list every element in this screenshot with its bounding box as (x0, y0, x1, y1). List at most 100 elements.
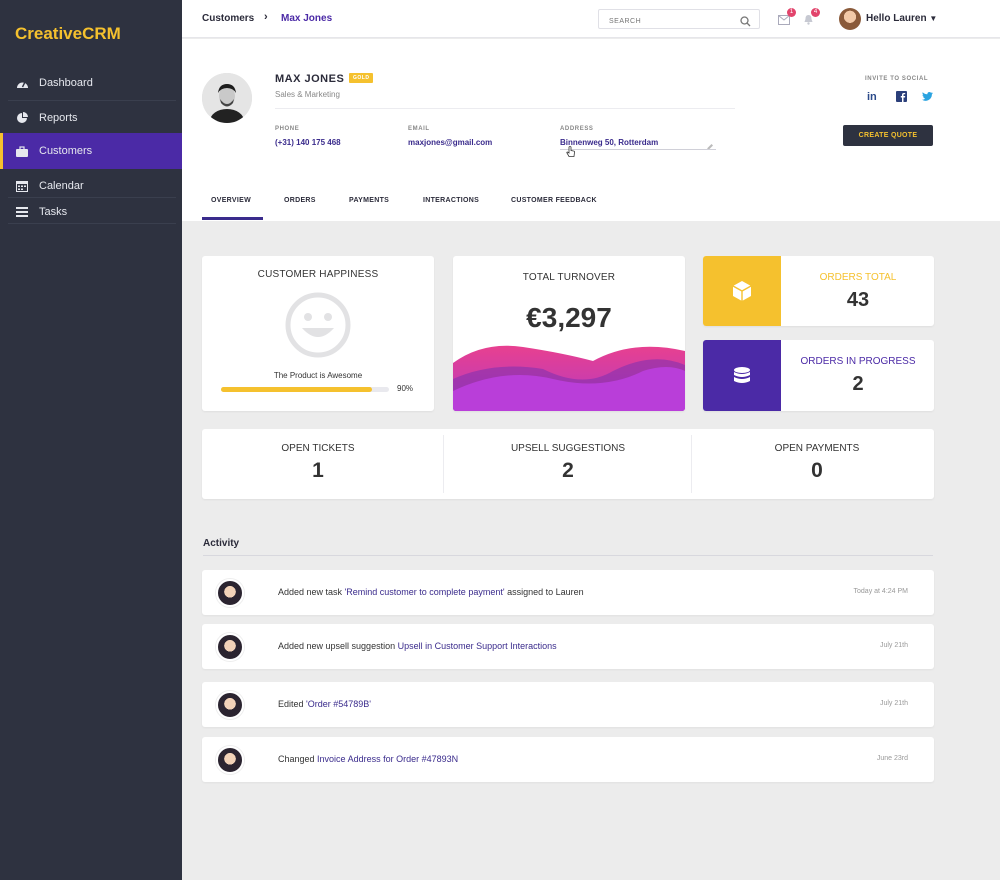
avatar (216, 579, 244, 607)
sidebar: CreativeCRM Dashboard Reports Customers … (0, 0, 182, 880)
sidebar-item-dashboard[interactable]: Dashboard (0, 65, 182, 101)
sidebar-item-customers[interactable]: Customers (0, 133, 182, 169)
turnover-wave-graphic (453, 345, 685, 411)
customer-happiness-card: CUSTOMER HAPPINESS The Product is Awesom… (202, 256, 434, 411)
activity-item[interactable]: Added new task 'Remind customer to compl… (202, 570, 934, 615)
messages-icon[interactable]: 1 (778, 8, 796, 30)
total-turnover-card: TOTAL TURNOVER €3,297 (453, 256, 685, 411)
upsell-suggestions-stat[interactable]: UPSELL SUGGESTIONS 2 (444, 429, 692, 499)
search-input[interactable] (599, 12, 729, 31)
summary-stats-card: OPEN TICKETS 1 UPSELL SUGGESTIONS 2 OPEN… (202, 429, 934, 499)
address-underline (560, 149, 716, 150)
turnover-value: €3,297 (526, 302, 612, 333)
app-logo: CreativeCRM (15, 24, 121, 43)
sidebar-item-reports[interactable]: Reports (0, 100, 182, 136)
invite-to-social-label: INVITE TO SOCIAL (865, 76, 929, 82)
happiness-progress-bar (221, 387, 389, 392)
tab-customer-feedback[interactable]: CUSTOMER FEEDBACK (511, 197, 597, 204)
open-tickets-value: 1 (312, 459, 324, 482)
tasks-list-icon (15, 205, 29, 219)
activity-time: Today at 4:24 PM (853, 588, 908, 595)
linkedin-icon[interactable]: in (867, 91, 877, 103)
activity-text-pre: Added new task (278, 587, 345, 597)
activity-text-pre: Changed (278, 754, 318, 764)
activity-text-post: assigned to Lauren (504, 587, 584, 597)
sidebar-item-label: Tasks (39, 206, 68, 218)
tab-orders[interactable]: ORDERS (284, 197, 316, 204)
tier-badge: GOLD (349, 73, 374, 83)
cursor-hand-icon (566, 145, 576, 163)
search-icon[interactable] (740, 14, 751, 32)
divider (203, 555, 933, 556)
active-tab-indicator (202, 217, 263, 220)
dashboard-gauge-icon (15, 76, 29, 90)
briefcase-icon (15, 144, 29, 158)
activity-link[interactable]: 'Remind customer to complete payment' (345, 587, 505, 597)
create-quote-button[interactable]: CREATE QUOTE (843, 125, 933, 146)
orders-total-card: ORDERS TOTAL 43 (703, 256, 934, 326)
customer-name: MAX JONES (275, 73, 345, 85)
card-title: CUSTOMER HAPPINESS (257, 269, 379, 280)
phone-value[interactable]: (+31) 140 175 468 (275, 138, 341, 147)
activity-time: June 23rd (876, 755, 908, 762)
activity-link[interactable]: Invoice Address for Order #47893N (317, 754, 458, 764)
sidebar-item-label: Reports (39, 112, 78, 124)
sidebar-item-tasks[interactable]: Tasks (0, 194, 182, 230)
breadcrumb-customers[interactable]: Customers (202, 13, 254, 24)
happiness-label: The Product is Awesome (273, 371, 363, 380)
tab-payments[interactable]: PAYMENTS (349, 197, 389, 204)
tab-interactions[interactable]: INTERACTIONS (423, 197, 479, 204)
activity-item[interactable]: Added new upsell suggestion Upsell in Cu… (202, 624, 934, 669)
twitter-icon[interactable] (922, 92, 933, 104)
activity-link[interactable]: Upsell in Customer Support Interactions (398, 641, 557, 651)
orders-total-value: 43 (846, 289, 870, 311)
activity-time: July 21th (879, 700, 908, 707)
open-tickets-label: OPEN TICKETS (281, 443, 355, 454)
edit-pencil-icon[interactable] (706, 138, 714, 156)
search-box[interactable] (598, 9, 760, 32)
phone-label: PHONE (275, 126, 300, 132)
activity-item[interactable]: Changed Invoice Address for Order #47893… (202, 737, 934, 782)
customer-profile: MAX JONES GOLD Sales & Marketing PHONE (… (182, 39, 1000, 221)
divider (8, 223, 176, 224)
topbar: Customers › Max Jones 1 4 Hello Lauren ▼ (182, 0, 1000, 38)
avatar (216, 691, 244, 719)
messages-badge: 1 (787, 8, 796, 17)
email-label: EMAIL (408, 126, 430, 132)
chevron-down-icon: ▼ (929, 14, 938, 23)
pie-chart-icon (15, 111, 29, 125)
user-greeting: Hello Lauren (866, 13, 927, 24)
customer-avatar (202, 73, 252, 123)
calendar-icon (15, 179, 29, 193)
orders-in-progress-card: ORDERS IN PROGRESS 2 (703, 340, 934, 411)
activity-text-pre: Added new upsell suggestion (278, 641, 398, 651)
activity-link[interactable]: 'Order #54789B' (306, 699, 371, 709)
open-tickets-stat[interactable]: OPEN TICKETS 1 (202, 429, 434, 499)
notifications-badge: 4 (811, 8, 820, 17)
facebook-icon[interactable] (896, 91, 907, 105)
activity-item[interactable]: Edited 'Order #54789B' July 21th (202, 682, 934, 727)
email-value[interactable]: maxjones@gmail.com (408, 138, 492, 147)
activity-text: Changed Invoice Address for Order #47893… (278, 754, 458, 764)
sidebar-item-label: Dashboard (39, 77, 93, 89)
open-payments-stat[interactable]: OPEN PAYMENTS 0 (692, 429, 942, 499)
activity-text: Added new task 'Remind customer to compl… (278, 587, 584, 597)
orders-total-label: ORDERS TOTAL (819, 272, 897, 283)
chevron-right-icon: › (264, 11, 268, 23)
divider (275, 108, 735, 109)
happiness-percent: 90% (397, 384, 414, 393)
activity-text-pre: Edited (278, 699, 307, 709)
card-title: TOTAL TURNOVER (522, 272, 616, 283)
bell-icon[interactable]: 4 (803, 8, 820, 30)
breadcrumb-current: Max Jones (281, 13, 333, 24)
user-menu[interactable]: Hello Lauren ▼ (866, 13, 937, 24)
upsell-value: 2 (562, 459, 574, 482)
upsell-label: UPSELL SUGGESTIONS (510, 443, 626, 454)
sidebar-item-label: Calendar (39, 180, 84, 192)
tab-overview[interactable]: OVERVIEW (211, 197, 251, 204)
orders-in-progress-value: 2 (852, 373, 864, 395)
sidebar-item-label: Customers (39, 145, 93, 157)
user-avatar[interactable] (839, 8, 861, 30)
activity-text: Added new upsell suggestion Upsell in Cu… (278, 641, 557, 651)
orders-in-progress-label: ORDERS IN PROGRESS (800, 356, 916, 367)
